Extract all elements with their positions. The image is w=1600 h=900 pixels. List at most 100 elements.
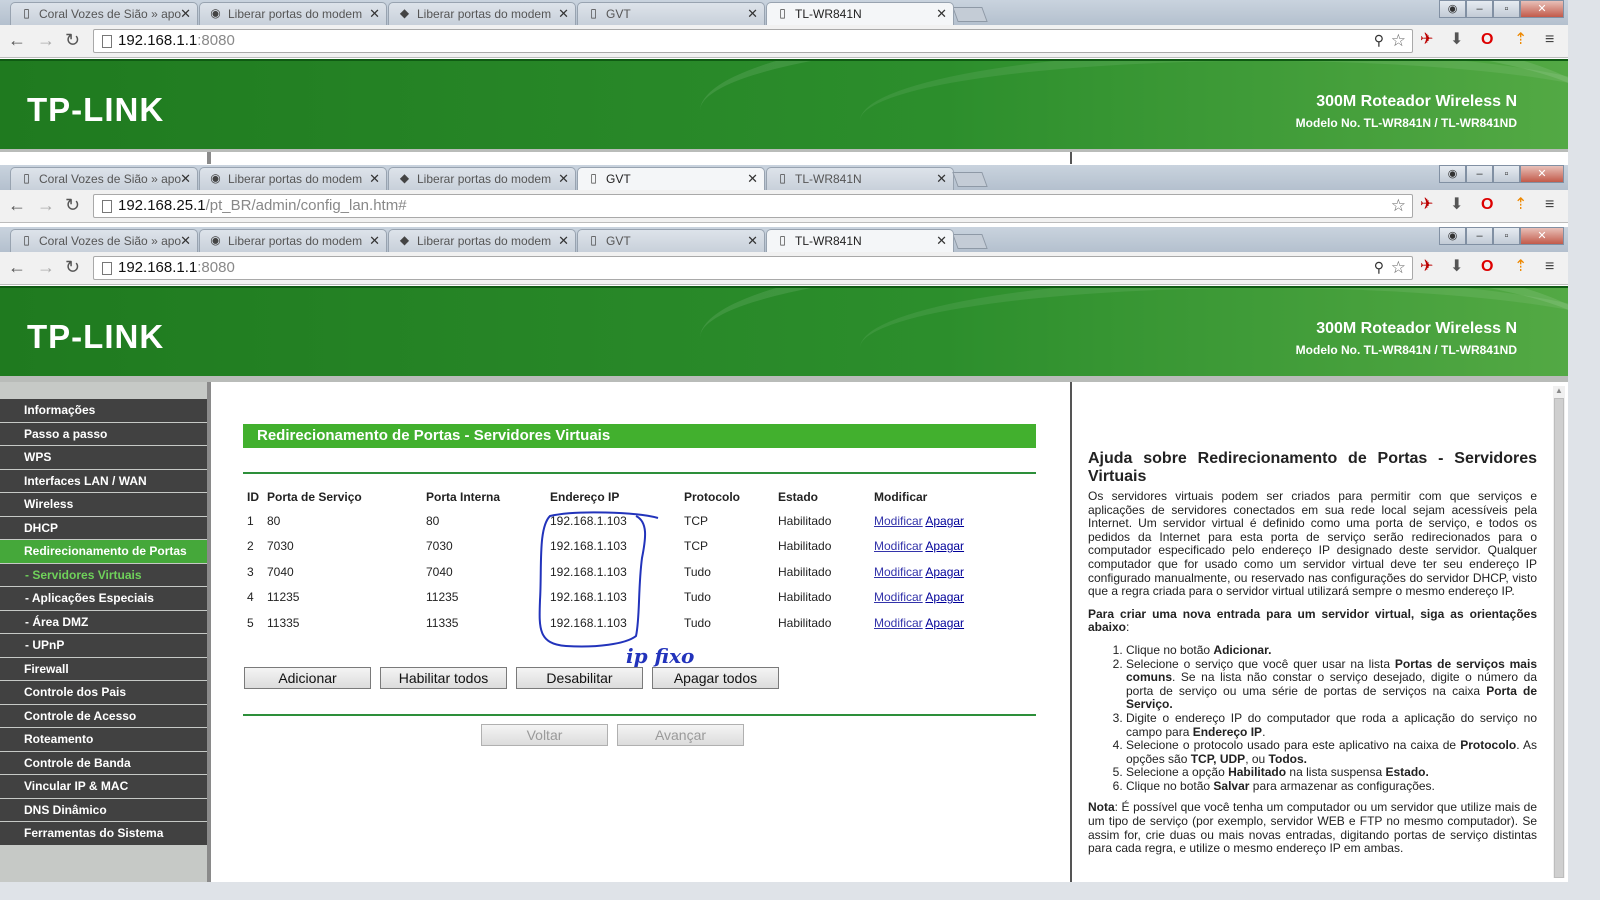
back-icon[interactable]: ← [8,257,26,277]
close-icon[interactable]: ✕ [180,233,191,249]
user-icon[interactable]: ◉ [1439,227,1466,245]
star-icon[interactable]: ☆ [1391,31,1406,51]
modify-link[interactable]: Modificar [874,565,923,579]
scroll-up-icon[interactable]: ▲ [1555,386,1563,395]
tab[interactable]: ▯ GVT ✕ [577,229,765,252]
close-icon[interactable]: ✕ [747,6,758,22]
tab-active[interactable]: ▯ GVT ✕ [577,167,765,190]
tab-active[interactable]: ▯ TL-WR841N ✕ [766,229,954,252]
star-icon[interactable]: ☆ [1391,258,1406,278]
back-icon[interactable]: ← [8,195,26,215]
forward-icon[interactable]: → [37,30,55,50]
tab[interactable]: ◆ Liberar portas do modem ✕ [388,2,576,25]
sidebar-item-controle-pais[interactable]: Controle dos Pais [0,681,207,705]
key-icon[interactable]: ⚲ [1374,32,1384,49]
sidebar-item-ferramentas[interactable]: Ferramentas do Sistema [0,822,207,846]
tab[interactable]: ◉ Liberar portas do modem ✕ [199,229,387,252]
tab[interactable]: ▯ TL-WR841N ✕ [766,167,954,190]
tab[interactable]: ▯ Coral Vozes de Sião » apo ✕ [10,167,198,190]
close-icon[interactable]: ✕ [369,233,380,249]
sidebar-item-vincular-ip-mac[interactable]: Vincular IP & MAC [0,775,207,799]
opera-icon[interactable]: O [1481,196,1493,214]
opera-icon[interactable]: O [1481,258,1493,276]
back-button[interactable]: Voltar [481,724,608,746]
sidebar-item-passo-a-passo[interactable]: Passo a passo [0,422,207,446]
new-tab-button[interactable] [952,7,988,22]
menu-icon[interactable]: ≡ [1545,258,1554,276]
maximize-button[interactable]: ▫ [1493,165,1520,183]
disable-button[interactable]: Desabilitar [516,667,643,689]
extension-icon[interactable]: ✈ [1420,31,1433,49]
maximize-button[interactable]: ▫ [1493,0,1520,18]
sidebar-item-controle-banda[interactable]: Controle de Banda [0,751,207,775]
tab[interactable]: ◉ Liberar portas do modem ✕ [199,2,387,25]
download-icon[interactable]: ⬇ [1450,258,1463,276]
enable-all-button[interactable]: Habilitar todos [380,667,507,689]
close-icon[interactable]: ✕ [747,233,758,249]
sidebar-subitem-area-dmz[interactable]: - Área DMZ [0,610,207,634]
opera-icon[interactable]: O [1481,31,1493,49]
address-bar[interactable]: 192.168.1.1:8080 ⚲ ☆ [93,256,1413,280]
sidebar-subitem-upnp[interactable]: - UPnP [0,634,207,658]
delete-link[interactable]: Apagar [925,565,964,579]
extension-icon[interactable]: ✈ [1420,258,1433,276]
sidebar-item-roteamento[interactable]: Roteamento [0,728,207,752]
sidebar-item-wireless[interactable]: Wireless [0,493,207,517]
key-icon[interactable]: ⚲ [1374,259,1384,276]
reload-icon[interactable]: ↻ [65,30,80,50]
close-icon[interactable]: ✕ [180,171,191,187]
close-icon[interactable]: ✕ [747,171,758,187]
sidebar-item-dns-dinamico[interactable]: DNS Dinâmico [0,798,207,822]
upload-icon[interactable]: ⇡ [1514,196,1527,214]
reload-icon[interactable]: ↻ [65,257,80,277]
minimize-button[interactable]: – [1466,165,1493,183]
upload-icon[interactable]: ⇡ [1514,258,1527,276]
modify-link[interactable]: Modificar [874,590,923,604]
star-icon[interactable]: ☆ [1391,196,1406,216]
sidebar-item-interfaces[interactable]: Interfaces LAN / WAN [0,469,207,493]
add-button[interactable]: Adicionar [244,667,371,689]
next-button[interactable]: Avançar [617,724,744,746]
user-icon[interactable]: ◉ [1439,0,1466,18]
download-icon[interactable]: ⬇ [1450,31,1463,49]
tab[interactable]: ◉ Liberar portas do modem ✕ [199,167,387,190]
modify-link[interactable]: Modificar [874,539,923,553]
new-tab-button[interactable] [952,172,988,187]
close-window-button[interactable]: ✕ [1520,165,1564,183]
forward-icon[interactable]: → [37,195,55,215]
close-icon[interactable]: ✕ [369,6,380,22]
sidebar-item-wps[interactable]: WPS [0,446,207,470]
close-icon[interactable]: ✕ [936,233,947,249]
tab-active[interactable]: ▯ TL-WR841N ✕ [766,2,954,25]
scrollbar-thumb[interactable] [1554,398,1564,878]
maximize-button[interactable]: ▫ [1493,227,1520,245]
download-icon[interactable]: ⬇ [1450,196,1463,214]
extension-icon[interactable]: ✈ [1420,196,1433,214]
delete-link[interactable]: Apagar [925,539,964,553]
modify-link[interactable]: Modificar [874,616,923,630]
sidebar-item-redirecionamento[interactable]: Redirecionamento de Portas [0,540,207,564]
user-icon[interactable]: ◉ [1439,165,1466,183]
close-icon[interactable]: ✕ [558,6,569,22]
close-icon[interactable]: ✕ [369,171,380,187]
delete-link[interactable]: Apagar [925,514,964,528]
close-icon[interactable]: ✕ [558,233,569,249]
sidebar-item-firewall[interactable]: Firewall [0,657,207,681]
close-icon[interactable]: ✕ [936,6,947,22]
new-tab-button[interactable] [952,234,988,249]
minimize-button[interactable]: – [1466,227,1493,245]
minimize-button[interactable]: – [1466,0,1493,18]
tab[interactable]: ▯ GVT ✕ [577,2,765,25]
address-bar[interactable]: 192.168.25.1/pt_BR/admin/config_lan.htm#… [93,194,1413,218]
address-bar[interactable]: 192.168.1.1:8080 ⚲ ☆ [93,29,1413,53]
help-scrollbar[interactable]: ▲ [1553,386,1565,878]
close-icon[interactable]: ✕ [558,171,569,187]
reload-icon[interactable]: ↻ [65,195,80,215]
delete-link[interactable]: Apagar [925,616,964,630]
forward-icon[interactable]: → [37,257,55,277]
close-window-button[interactable]: ✕ [1520,0,1564,18]
menu-icon[interactable]: ≡ [1545,196,1554,214]
close-window-button[interactable]: ✕ [1520,227,1564,245]
sidebar-item-controle-acesso[interactable]: Controle de Acesso [0,704,207,728]
modify-link[interactable]: Modificar [874,514,923,528]
